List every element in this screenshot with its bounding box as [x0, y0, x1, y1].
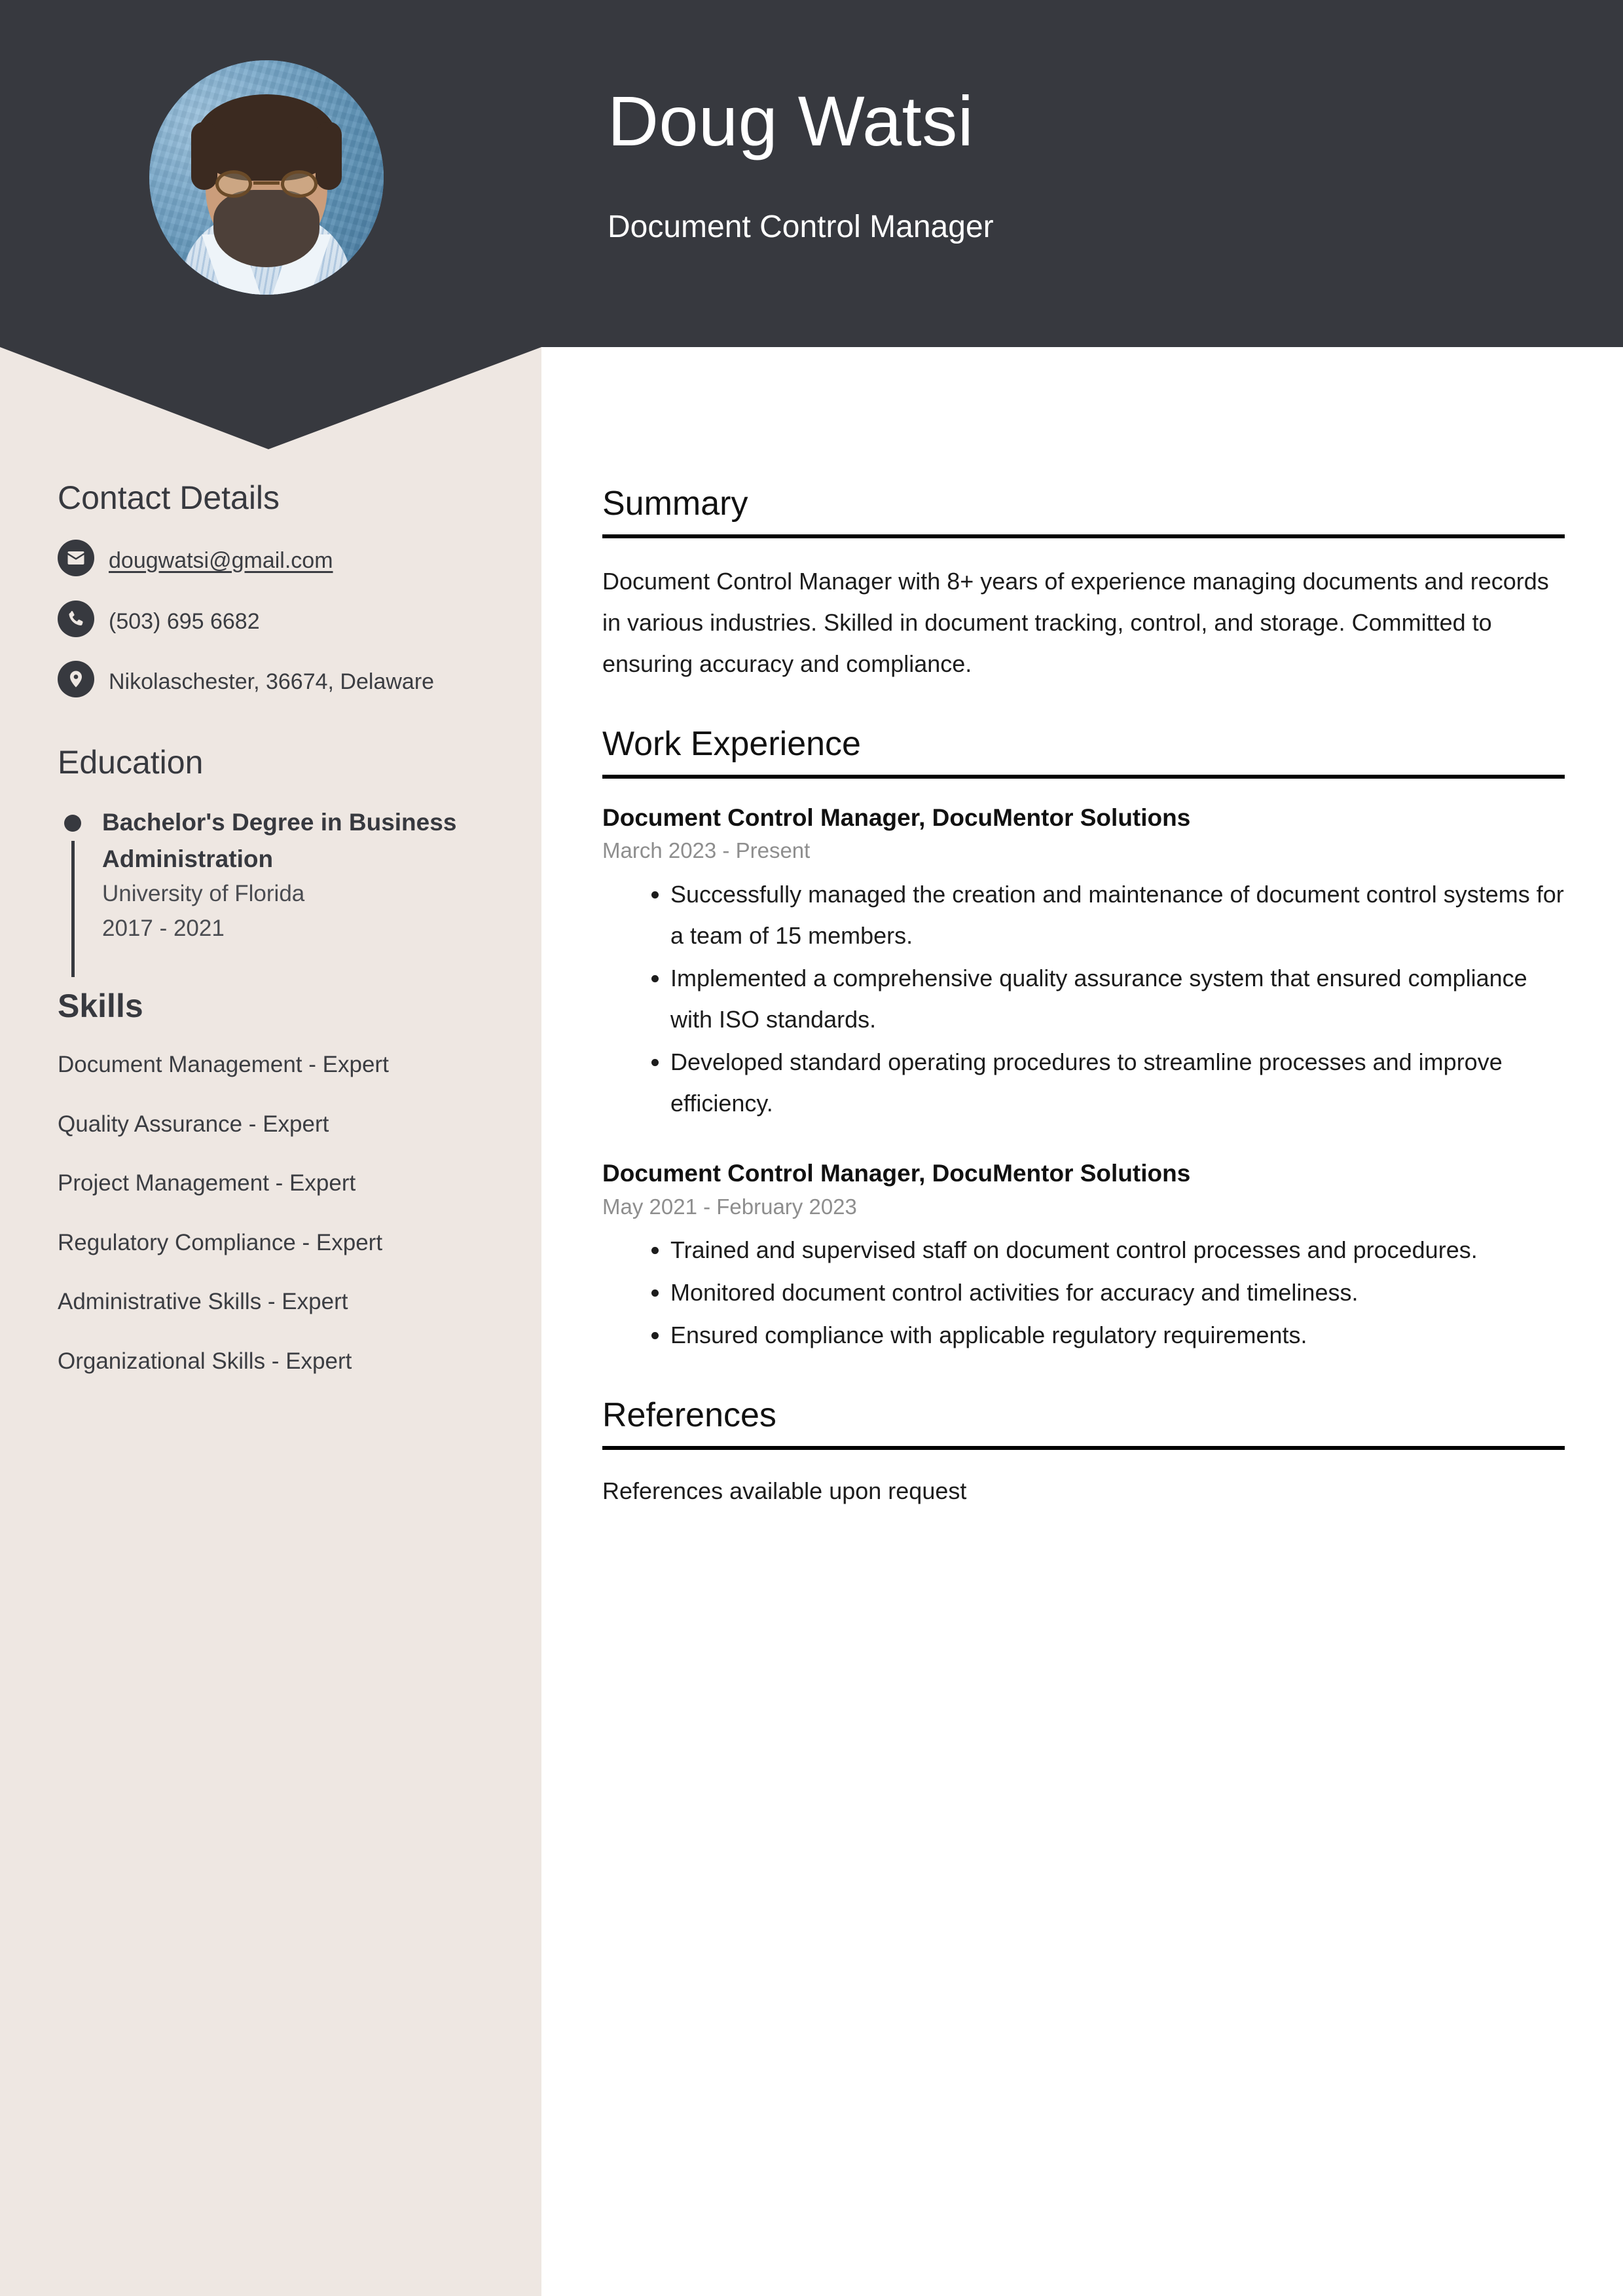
candidate-job-title: Document Control Manager: [608, 210, 994, 244]
candidate-name: Doug Watsi: [608, 81, 974, 160]
skills-section: Skills Document Management - Expert Qual…: [58, 986, 484, 1443]
job-bullet-list: Successfully managed the creation and ma…: [602, 874, 1565, 1124]
avatar-glasses-bridge: [253, 181, 280, 185]
contact-list: dougwatsi@gmail.com (503) 695 6682 Nikol…: [58, 540, 484, 699]
job-dates: March 2023 - Present: [602, 838, 811, 863]
phone-icon: [58, 600, 94, 637]
avatar-hair: [191, 94, 342, 190]
skills-heading: Skills: [58, 988, 143, 1025]
avatar-beard: [213, 190, 319, 267]
job-bullet: Trained and supervised staff on document…: [670, 1229, 1565, 1270]
skill-item: Administrative Skills - Expert: [58, 1289, 348, 1315]
avatar-photo: [149, 60, 384, 295]
skill-item: Organizational Skills - Expert: [58, 1348, 352, 1374]
job-dates: May 2021 - February 2023: [602, 1194, 857, 1219]
references-text: References available upon request: [602, 1477, 967, 1504]
contact-details-section: Contact Details dougwatsi@gmail.com (503…: [58, 478, 484, 699]
contact-item-address: Nikolaschester, 36674, Delaware: [58, 661, 484, 699]
skill-item: Regulatory Compliance - Expert: [58, 1229, 383, 1255]
job-bullet: Ensured compliance with applicable regul…: [670, 1314, 1565, 1356]
skill-item: Project Management - Expert: [58, 1170, 356, 1196]
summary-text: Document Control Manager with 8+ years o…: [602, 567, 1549, 677]
timeline-bullet-icon: [64, 815, 81, 832]
references-heading: References: [602, 1396, 776, 1435]
contact-details-heading: Contact Details: [58, 479, 280, 516]
job-bullet: Monitored document control activities fo…: [670, 1272, 1565, 1313]
education-item: Bachelor's Degree in Business Administra…: [58, 804, 484, 978]
job-bullet: Successfully managed the creation and ma…: [670, 874, 1565, 956]
contact-item-phone[interactable]: (503) 695 6682: [58, 600, 484, 639]
envelope-icon: [58, 540, 94, 576]
references-section: References References available upon req…: [602, 1396, 1565, 1509]
skill-item: Quality Assurance - Expert: [58, 1111, 329, 1137]
avatar: [149, 60, 384, 295]
resume-page: Doug Watsi Document Control Manager Cont…: [0, 0, 1623, 2296]
job-bullet-list: Trained and supervised staff on document…: [602, 1229, 1565, 1356]
education-school: University of Florida: [102, 881, 305, 907]
contact-phone-value: (503) 695 6682: [109, 608, 260, 634]
avatar-glasses: [213, 170, 320, 198]
work-experience-heading: Work Experience: [602, 724, 861, 763]
summary-section: Summary Document Control Manager with 8+…: [602, 485, 1565, 684]
work-experience-section: Work Experience Document Control Manager…: [602, 725, 1565, 1356]
job-role: Document Control Manager, DocuMentor Sol…: [602, 804, 1191, 831]
contact-item-email[interactable]: dougwatsi@gmail.com: [58, 540, 484, 578]
contact-address-value: Nikolaschester, 36674, Delaware: [109, 669, 435, 695]
contact-email-value[interactable]: dougwatsi@gmail.com: [109, 540, 333, 578]
education-dates: 2017 - 2021: [102, 915, 225, 941]
avatar-lens-left: [215, 170, 252, 198]
education-section: Education Bachelor's Degree in Business …: [58, 743, 484, 978]
education-heading: Education: [58, 744, 204, 781]
work-experience-heading-rule: [602, 774, 1565, 779]
job-bullet: Implemented a comprehensive quality assu…: [670, 957, 1565, 1040]
timeline-line: [71, 841, 75, 978]
sidebar: Contact Details dougwatsi@gmail.com (503…: [0, 478, 541, 1443]
skill-item: Document Management - Expert: [58, 1052, 389, 1078]
references-heading-rule: [602, 1445, 1565, 1450]
location-pin-icon: [58, 661, 94, 698]
job-role: Document Control Manager, DocuMentor Sol…: [602, 1159, 1191, 1187]
job-bullet: Developed standard operating procedures …: [670, 1041, 1565, 1124]
avatar-lens-right: [281, 170, 318, 198]
work-experience-entry: Document Control Manager, DocuMentor Sol…: [602, 1157, 1565, 1356]
work-experience-entry: Document Control Manager, DocuMentor Sol…: [602, 801, 1565, 1124]
summary-heading-rule: [602, 534, 1565, 538]
summary-heading: Summary: [602, 485, 748, 523]
education-degree: Bachelor's Degree in Business Administra…: [102, 809, 457, 872]
main-column: Summary Document Control Manager with 8+…: [602, 485, 1565, 1551]
